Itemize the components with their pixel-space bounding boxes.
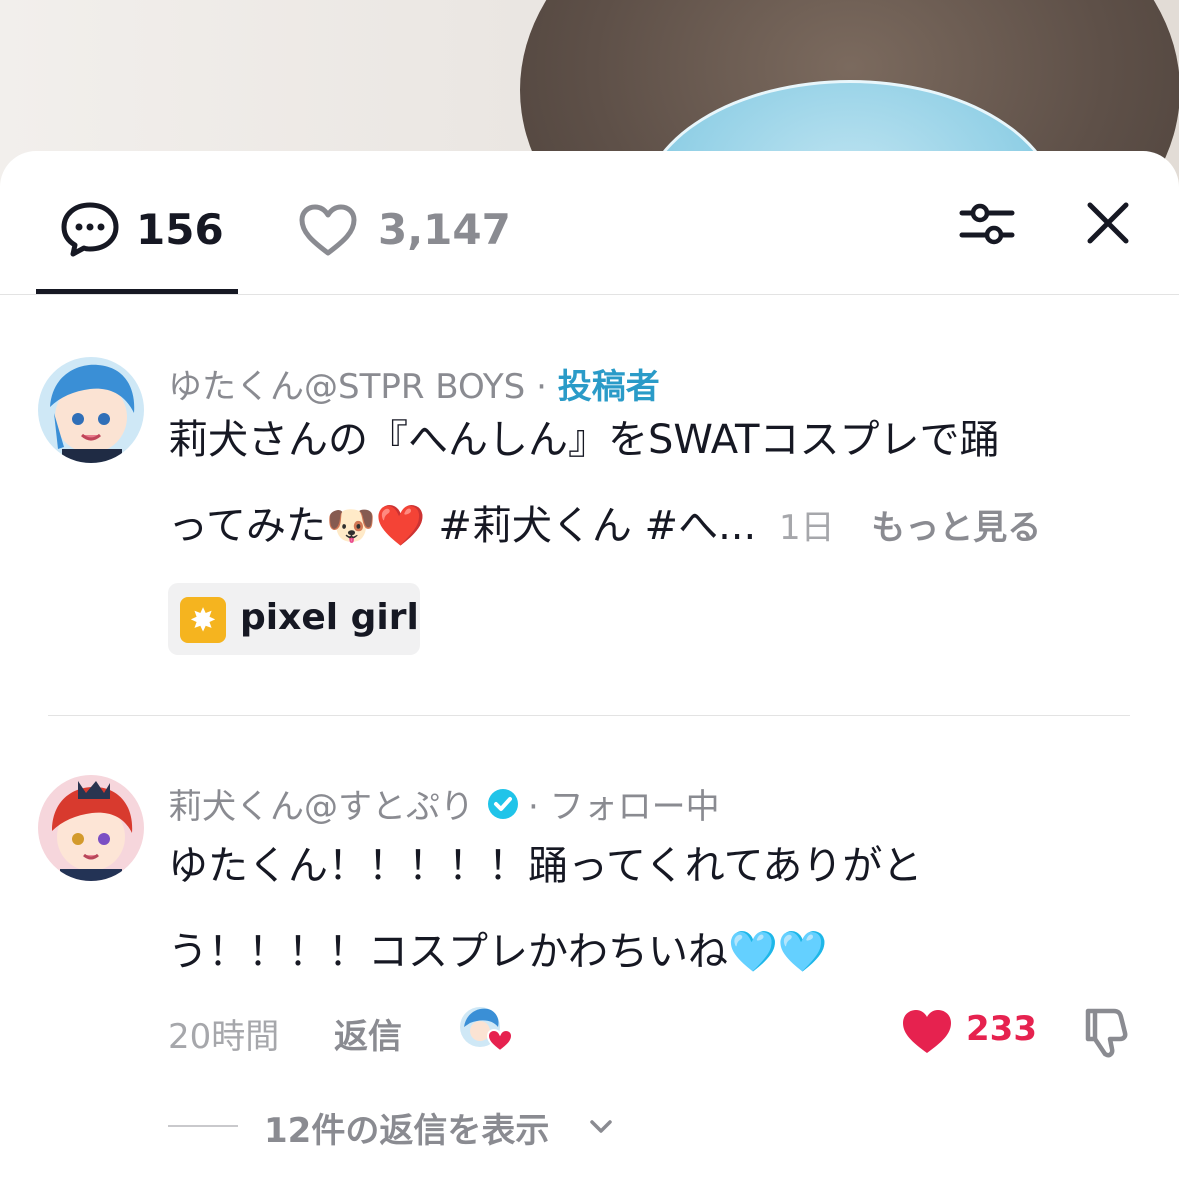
post-time: 1日 [778, 508, 835, 548]
effect-tag-chip[interactable]: ✸ pixel girl [168, 583, 420, 655]
creator-liked-badge [458, 1005, 516, 1055]
heart-filled-icon[interactable] [900, 1007, 954, 1055]
sparkle-effect-icon: ✸ [180, 597, 226, 643]
view-replies-label: 12件の返信を表示 [264, 1111, 550, 1151]
view-replies-button[interactable]: 12件の返信を表示 [168, 1101, 628, 1151]
see-more-link[interactable]: もっと見る [871, 508, 1041, 548]
like-count: 3,147 [378, 205, 511, 254]
filter-sliders-icon[interactable] [958, 199, 1016, 249]
comment-like-count: 233 [966, 1009, 1037, 1049]
active-tab-indicator [36, 289, 238, 294]
tab-comments[interactable]: 156 [36, 195, 238, 294]
thumbs-down-icon[interactable] [1080, 1005, 1134, 1059]
heart-outline-icon [299, 204, 357, 256]
comments-header: 156 3,147 [0, 151, 1179, 295]
reply-button[interactable]: 返信 [334, 1009, 402, 1058]
post-caption-line-2: ってみた🐶❤️ #莉犬くん #へ... [168, 503, 757, 549]
comment-text-line-2: う！！！！コスプレかわちいね🩵🩵 [168, 929, 828, 975]
comment-author-line: 莉犬くん@すとぷり · フォロー中 [168, 779, 720, 828]
tab-likes[interactable]: 3,147 [298, 195, 558, 294]
replies-divider-line [168, 1125, 238, 1127]
comment-time: 20時間 [168, 1017, 280, 1057]
comment-text-line-1: ゆたくん！！！！！踊ってくれてありがと [168, 843, 923, 889]
close-icon[interactable] [1082, 197, 1134, 249]
follow-status: · フォロー中 [528, 787, 720, 827]
author-avatar[interactable] [38, 357, 144, 463]
commenter-avatar[interactable] [38, 775, 144, 881]
chevron-down-icon [590, 1120, 612, 1133]
effect-tag-label: pixel girl [240, 597, 419, 638]
comment-author-name[interactable]: 莉犬くん@すとぷり [168, 779, 474, 828]
post-caption-line-2-row: ってみた🐶❤️ #莉犬くん #へ... 1日 もっと見る [168, 483, 1041, 571]
verified-check-icon [488, 788, 518, 819]
post-caption-line-1: 莉犬さんの『へんしん』をSWATコスプレで踊 [168, 417, 1000, 463]
comment-count: 156 [136, 205, 224, 254]
comments-sheet: 156 3,147 ゆたくん@STPR BOYS · 投稿者 莉犬さんの『へんし… [0, 151, 1179, 1185]
comment-bubble-icon [61, 202, 119, 257]
divider [48, 715, 1130, 716]
